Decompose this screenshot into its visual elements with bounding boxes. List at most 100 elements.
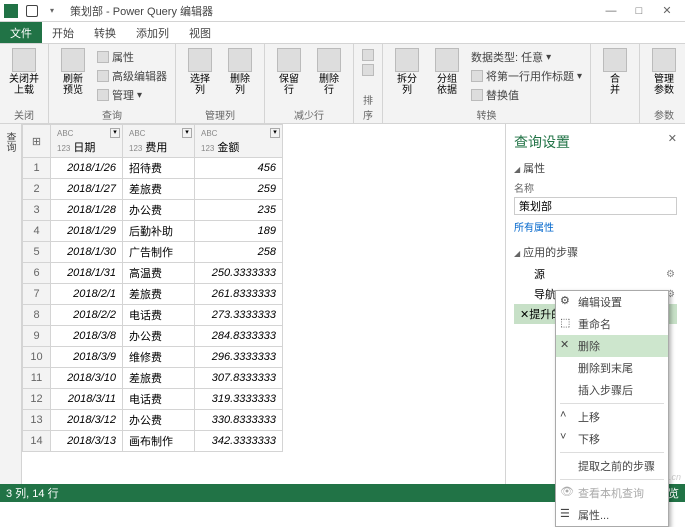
steps-section-header[interactable]: ◢应用的步骤 (514, 244, 677, 260)
cell-date[interactable]: 2018/3/9 (51, 347, 123, 368)
row-number[interactable]: 2 (23, 179, 51, 200)
cell-expense[interactable]: 差旅费 (123, 179, 195, 200)
properties-section-header[interactable]: ◢属性 (514, 160, 677, 176)
cell-expense[interactable]: 广告制作 (123, 242, 195, 263)
maximize-button[interactable]: □ (625, 2, 653, 20)
row-number[interactable]: 13 (23, 410, 51, 431)
ctx-properties[interactable]: ☰属性... (556, 504, 668, 526)
tab-home[interactable]: 开始 (42, 22, 84, 43)
ctx-view-native-query[interactable]: 👁查看本机查询 (556, 482, 668, 504)
row-number[interactable]: 7 (23, 284, 51, 305)
cell-expense[interactable]: 办公费 (123, 410, 195, 431)
table-row[interactable]: 11 2018/3/10 差旅费 307.8333333 (23, 368, 283, 389)
cell-amount[interactable]: 273.3333333 (195, 305, 283, 326)
group-by-button[interactable]: 分组 依据 (429, 46, 465, 96)
close-button[interactable]: ✕ (653, 2, 681, 20)
column-header-date[interactable]: ABC 123 日期▾ (51, 125, 123, 158)
cell-date[interactable]: 2018/1/29 (51, 221, 123, 242)
table-row[interactable]: 13 2018/3/12 办公费 330.8333333 (23, 410, 283, 431)
qat-dropdown[interactable]: ▾ (44, 3, 60, 19)
sort-desc-button[interactable] (360, 63, 376, 77)
step-source[interactable]: 源⚙ (514, 264, 677, 284)
row-number[interactable]: 6 (23, 263, 51, 284)
ctx-move-up[interactable]: ˄上移 (556, 406, 668, 428)
cell-expense[interactable]: 电话费 (123, 305, 195, 326)
row-number[interactable]: 3 (23, 200, 51, 221)
cell-amount[interactable]: 261.8333333 (195, 284, 283, 305)
cell-expense[interactable]: 画布制作 (123, 431, 195, 452)
split-column-button[interactable]: 拆分 列 (389, 46, 425, 96)
ctx-move-down[interactable]: ˅下移 (556, 428, 668, 450)
close-pane-button[interactable]: ✕ (668, 132, 677, 145)
advanced-editor-button[interactable]: 高级编辑器 (95, 67, 169, 85)
row-number[interactable]: 5 (23, 242, 51, 263)
cell-date[interactable]: 2018/2/1 (51, 284, 123, 305)
cell-amount[interactable]: 250.3333333 (195, 263, 283, 284)
first-row-header-button[interactable]: 将第一行用作标题 ▾ (469, 67, 584, 85)
all-properties-link[interactable]: 所有属性 (514, 219, 677, 234)
cell-expense[interactable]: 后勤补助 (123, 221, 195, 242)
remove-columns-button[interactable]: 删除 列 (222, 46, 258, 96)
ctx-delete[interactable]: ✕删除 (556, 335, 668, 357)
cell-expense[interactable]: 差旅费 (123, 368, 195, 389)
manage-button[interactable]: 管理 ▾ (95, 86, 169, 104)
table-row[interactable]: 12 2018/3/11 电话费 319.3333333 (23, 389, 283, 410)
table-row[interactable]: 4 2018/1/29 后勤补助 189 (23, 221, 283, 242)
refresh-button[interactable]: 刷新 预览 (55, 46, 91, 96)
cell-amount[interactable]: 296.3333333 (195, 347, 283, 368)
cell-amount[interactable]: 342.3333333 (195, 431, 283, 452)
minimize-button[interactable]: — (597, 2, 625, 20)
tab-add-column[interactable]: 添加列 (126, 22, 179, 43)
tab-transform[interactable]: 转换 (84, 22, 126, 43)
remove-rows-button[interactable]: 删除 行 (311, 46, 347, 96)
table-row[interactable]: 7 2018/2/1 差旅费 261.8333333 (23, 284, 283, 305)
sort-asc-button[interactable] (360, 48, 376, 62)
table-row[interactable]: 2 2018/1/27 差旅费 259 (23, 179, 283, 200)
row-number[interactable]: 12 (23, 389, 51, 410)
ctx-rename[interactable]: ⬚重命名 (556, 313, 668, 335)
cell-expense[interactable]: 维修费 (123, 347, 195, 368)
queries-pane-collapsed[interactable]: 查询 (0, 124, 22, 484)
cell-expense[interactable]: 高温费 (123, 263, 195, 284)
cell-date[interactable]: 2018/3/11 (51, 389, 123, 410)
table-row[interactable]: 6 2018/1/31 高温费 250.3333333 (23, 263, 283, 284)
cell-amount[interactable]: 189 (195, 221, 283, 242)
row-number[interactable]: 1 (23, 158, 51, 179)
ctx-delete-until-end[interactable]: 删除到末尾 (556, 357, 668, 379)
cell-date[interactable]: 2018/3/8 (51, 326, 123, 347)
merge-button[interactable]: 合 并 (597, 46, 633, 96)
row-number[interactable]: 10 (23, 347, 51, 368)
column-header-expense[interactable]: ABC 123 费用▾ (123, 125, 195, 158)
query-name-input[interactable] (514, 197, 677, 215)
cell-expense[interactable]: 电话费 (123, 389, 195, 410)
properties-button[interactable]: 属性 (95, 48, 169, 66)
cell-date[interactable]: 2018/2/2 (51, 305, 123, 326)
table-row[interactable]: 9 2018/3/8 办公费 284.8333333 (23, 326, 283, 347)
manage-params-button[interactable]: 管理 参数 (646, 46, 682, 96)
table-row[interactable]: 14 2018/3/13 画布制作 342.3333333 (23, 431, 283, 452)
row-number[interactable]: 14 (23, 431, 51, 452)
cell-amount[interactable]: 456 (195, 158, 283, 179)
data-grid[interactable]: ⊞ ABC 123 日期▾ ABC 123 费用▾ ABC 123 金额▾ 1 … (22, 124, 505, 484)
ctx-insert-step-after[interactable]: 插入步骤后 (556, 379, 668, 401)
row-number[interactable]: 11 (23, 368, 51, 389)
cell-amount[interactable]: 235 (195, 200, 283, 221)
ctx-edit-settings[interactable]: ⚙编辑设置 (556, 291, 668, 313)
cell-expense[interactable]: 办公费 (123, 200, 195, 221)
data-type-button[interactable]: 数据类型: 任意 ▾ (469, 48, 584, 66)
cell-date[interactable]: 2018/1/26 (51, 158, 123, 179)
cell-date[interactable]: 2018/1/31 (51, 263, 123, 284)
table-row[interactable]: 3 2018/1/28 办公费 235 (23, 200, 283, 221)
replace-values-button[interactable]: 替换值 (469, 86, 584, 104)
cell-date[interactable]: 2018/3/12 (51, 410, 123, 431)
keep-rows-button[interactable]: 保留 行 (271, 46, 307, 96)
cell-date[interactable]: 2018/1/27 (51, 179, 123, 200)
cell-date[interactable]: 2018/1/30 (51, 242, 123, 263)
cell-expense[interactable]: 招待费 (123, 158, 195, 179)
cell-expense[interactable]: 办公费 (123, 326, 195, 347)
cell-amount[interactable]: 330.8333333 (195, 410, 283, 431)
cell-amount[interactable]: 258 (195, 242, 283, 263)
cell-amount[interactable]: 307.8333333 (195, 368, 283, 389)
row-number[interactable]: 9 (23, 326, 51, 347)
close-load-button[interactable]: 关闭并 上载 (6, 46, 42, 96)
